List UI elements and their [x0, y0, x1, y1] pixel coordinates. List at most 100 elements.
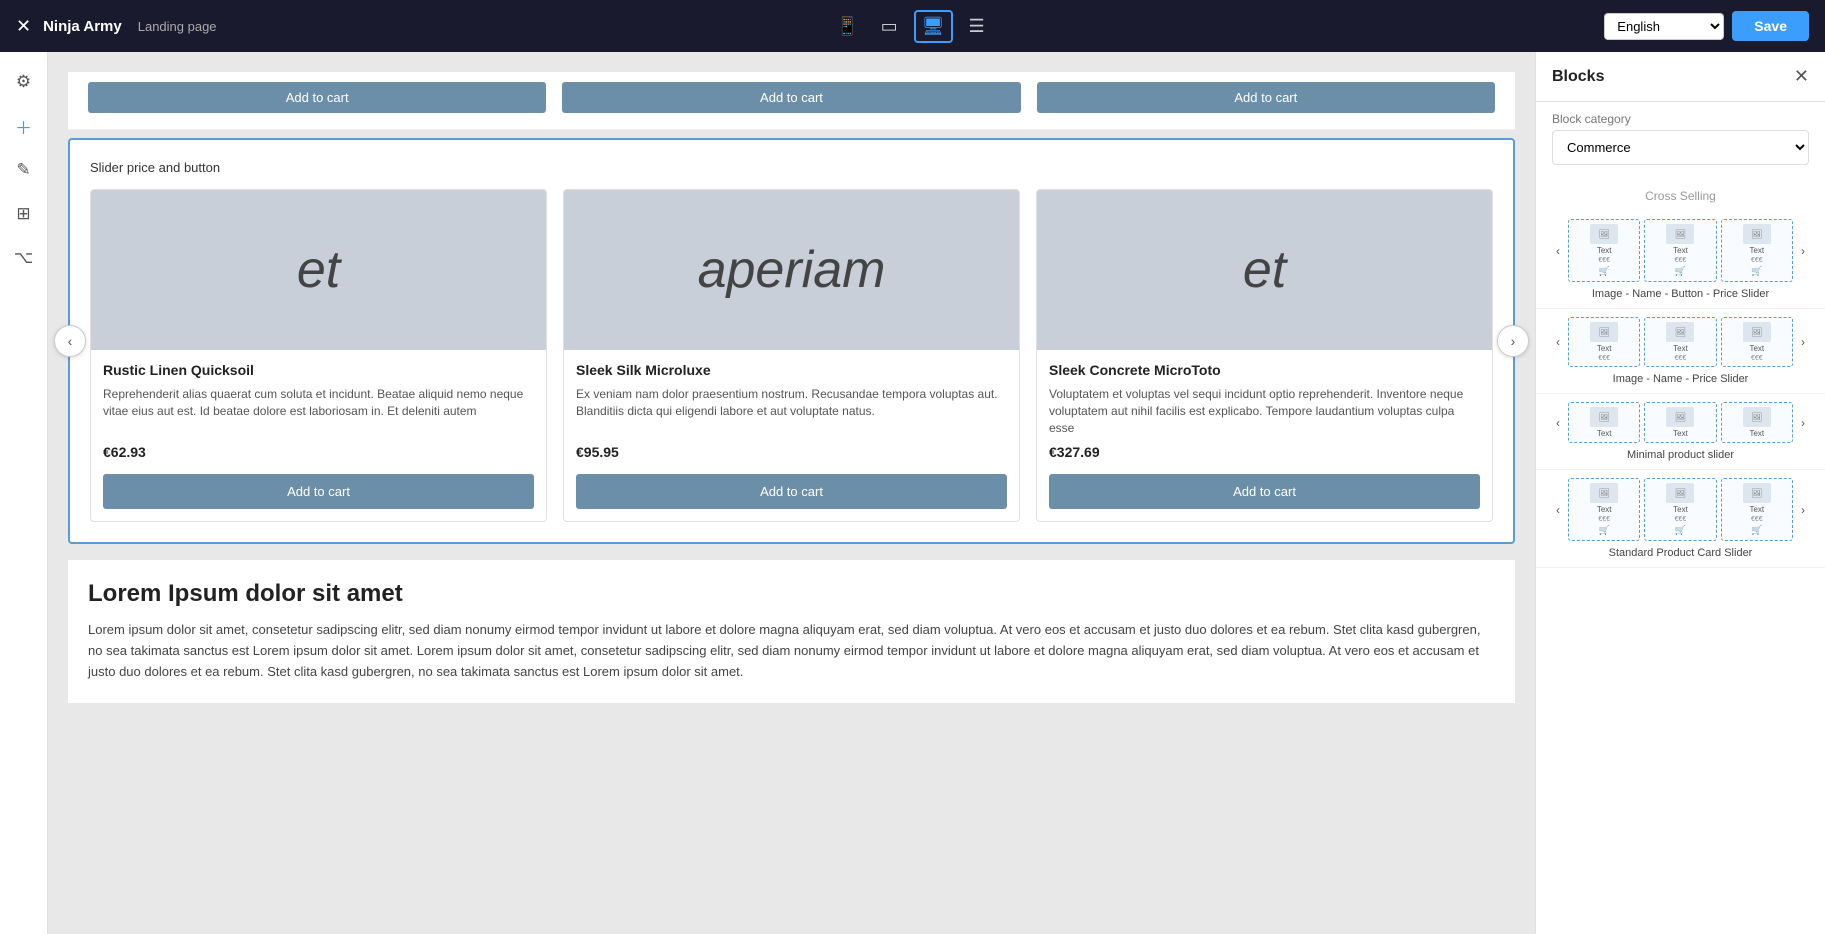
- block-slider-nav-right-2[interactable]: ›: [1797, 333, 1809, 351]
- add-to-cart-1[interactable]: Add to cart: [103, 474, 534, 509]
- save-button[interactable]: Save: [1732, 11, 1809, 41]
- block-cards-row-3: 🖼 Text 🖼 Text 🖼 Text: [1568, 402, 1793, 443]
- block-item-1[interactable]: ‹ 🖼 Text €€€ 🛒 🖼 Text €€€ 🛒: [1536, 211, 1825, 309]
- product-card-1: et Rustic Linen Quicksoil Reprehenderit …: [90, 189, 547, 522]
- product-image-3: et: [1037, 190, 1492, 350]
- block-slider-nav-left-3[interactable]: ‹: [1552, 414, 1564, 432]
- mobile-view-btn[interactable]: 📱: [830, 12, 864, 41]
- block-mini-card-2-2: 🖼 Text €€€: [1644, 317, 1716, 367]
- block-mini-card-3-3: 🖼 Text: [1721, 402, 1793, 443]
- block-mini-text-2-2: Text: [1673, 344, 1688, 353]
- add-to-cart-3[interactable]: Add to cart: [1049, 474, 1480, 509]
- block-mini-cart-icon-4-3: 🛒: [1751, 525, 1762, 536]
- product-name-2: Sleek Silk Microluxe: [576, 362, 1007, 378]
- add-block-icon-btn[interactable]: ＋: [6, 108, 42, 144]
- block-slider-nav-left-4[interactable]: ‹: [1552, 501, 1564, 519]
- text-body: Lorem ipsum dolor sit amet, consetetur s…: [88, 620, 1495, 682]
- block-mini-price-4-1: €€€: [1598, 516, 1610, 523]
- block-mini-card-2-1: 🖼 Text €€€: [1568, 317, 1640, 367]
- block-mini-img-icon-3-1: 🖼: [1590, 407, 1618, 427]
- product-card-3: et Sleek Concrete MicroToto Voluptatem e…: [1036, 189, 1493, 522]
- block-mini-img-icon-3-2: 🖼: [1666, 407, 1694, 427]
- add-to-cart-top-1[interactable]: Add to cart: [88, 82, 546, 113]
- block-mini-cart-icon-1-3: 🛒: [1751, 266, 1762, 277]
- add-to-cart-top-2[interactable]: Add to cart: [562, 82, 1020, 113]
- block-slider-nav-left-2[interactable]: ‹: [1552, 333, 1564, 351]
- edit-icon-btn[interactable]: ✎: [6, 152, 42, 188]
- right-panel-title: Blocks: [1552, 68, 1604, 86]
- block-mini-card-1-1: 🖼 Text €€€ 🛒: [1568, 219, 1640, 282]
- add-to-cart-2[interactable]: Add to cart: [576, 474, 1007, 509]
- block-mini-price-4-2: €€€: [1675, 516, 1687, 523]
- slider-next-btn[interactable]: ›: [1497, 325, 1529, 357]
- block-category-select[interactable]: Commerce: [1552, 130, 1809, 165]
- block-mini-text-2-1: Text: [1597, 344, 1612, 353]
- cross-selling-label: Cross Selling: [1536, 185, 1825, 211]
- block-slider-4: ‹ 🖼 Text €€€ 🛒 🖼 Text €€€ 🛒: [1552, 478, 1809, 541]
- language-select[interactable]: English: [1604, 13, 1724, 40]
- product-image-2: aperiam: [564, 190, 1019, 350]
- settings-icon-btn[interactable]: ⚙: [6, 64, 42, 100]
- block-slider-nav-right-4[interactable]: ›: [1797, 501, 1809, 519]
- slider-prev-btn[interactable]: ‹: [54, 325, 86, 357]
- brand-name: Ninja Army: [43, 18, 122, 35]
- slider-cards: et Rustic Linen Quicksoil Reprehenderit …: [90, 189, 1493, 522]
- main-canvas[interactable]: Add to cart Add to cart Add to cart Slid…: [48, 52, 1535, 934]
- product-desc-1: Reprehenderit alias quaerat cum soluta e…: [103, 386, 534, 436]
- block-mini-cart-icon-1-1: 🛒: [1599, 266, 1610, 277]
- block-item-2[interactable]: ‹ 🖼 Text €€€ 🖼 Text €€€: [1536, 309, 1825, 394]
- block-mini-text-1-2: Text: [1673, 246, 1688, 255]
- product-name-3: Sleek Concrete MicroToto: [1049, 362, 1480, 378]
- desktop-view-btn[interactable]: 🖥: [914, 10, 953, 43]
- slider-label: Slider price and button: [90, 160, 1493, 175]
- block-mini-price-2-1: €€€: [1598, 355, 1610, 362]
- main-layout: ⚙ ＋ ✎ ⊞ ⌥ Add to cart Add to cart Add to…: [0, 52, 1825, 934]
- text-heading: Lorem Ipsum dolor sit amet: [88, 580, 1495, 608]
- right-panel-close-btn[interactable]: ✕: [1794, 66, 1809, 87]
- add-to-cart-top-3[interactable]: Add to cart: [1037, 82, 1495, 113]
- share-icon-btn[interactable]: ⌥: [6, 240, 42, 276]
- block-mini-card-4-2: 🖼 Text €€€ 🛒: [1644, 478, 1716, 541]
- block-mini-card-3-1: 🖼 Text: [1568, 402, 1640, 443]
- block-item-4[interactable]: ‹ 🖼 Text €€€ 🛒 🖼 Text €€€ 🛒: [1536, 470, 1825, 568]
- top-card-3: Add to cart: [1037, 82, 1495, 113]
- topbar: ✕ Ninja Army Landing page 📱 ▭ 🖥 ☰ Englis…: [0, 0, 1825, 52]
- block-mini-img-icon-2-1: 🖼: [1590, 322, 1618, 342]
- product-desc-2: Ex veniam nam dolor praesentium nostrum.…: [576, 386, 1007, 436]
- block-mini-cart-icon-4-1: 🛒: [1599, 525, 1610, 536]
- right-panel-content: Cross Selling ‹ 🖼 Text €€€ 🛒 🖼: [1536, 177, 1825, 934]
- block-slider-nav-right-3[interactable]: ›: [1797, 414, 1809, 432]
- block-mini-text-1-1: Text: [1597, 246, 1612, 255]
- block-slider-2: ‹ 🖼 Text €€€ 🖼 Text €€€: [1552, 317, 1809, 367]
- block-item-name-3: Minimal product slider: [1552, 449, 1809, 461]
- block-item-3[interactable]: ‹ 🖼 Text 🖼 Text 🖼 Text: [1536, 394, 1825, 470]
- block-mini-img-icon-1-3: 🖼: [1743, 224, 1771, 244]
- product-price-2: €95.95: [576, 444, 1007, 460]
- block-mini-price-1-1: €€€: [1598, 257, 1610, 264]
- block-cards-row-1: 🖼 Text €€€ 🛒 🖼 Text €€€ 🛒 🖼: [1568, 219, 1793, 282]
- block-mini-card-2-3: 🖼 Text €€€: [1721, 317, 1793, 367]
- block-mini-img-icon-2-2: 🖼: [1666, 322, 1694, 342]
- block-slider-nav-right-1[interactable]: ›: [1797, 242, 1809, 260]
- block-slider-nav-left-1[interactable]: ‹: [1552, 242, 1564, 260]
- block-cards-row-4: 🖼 Text €€€ 🛒 🖼 Text €€€ 🛒 🖼: [1568, 478, 1793, 541]
- right-panel-header: Blocks ✕: [1536, 52, 1825, 102]
- product-desc-3: Voluptatem et voluptas vel sequi incidun…: [1049, 386, 1480, 436]
- block-mini-card-1-2: 🖼 Text €€€ 🛒: [1644, 219, 1716, 282]
- close-button[interactable]: ✕: [16, 16, 31, 37]
- product-price-3: €327.69: [1049, 444, 1480, 460]
- page-subtitle: Landing page: [138, 19, 217, 34]
- block-mini-text-3-2: Text: [1673, 429, 1688, 438]
- block-cards-row-2: 🖼 Text €€€ 🖼 Text €€€ 🖼 Text €€€: [1568, 317, 1793, 367]
- block-mini-cart-icon-1-2: 🛒: [1675, 266, 1686, 277]
- block-mini-text-4-2: Text: [1673, 505, 1688, 514]
- layers-icon-btn[interactable]: ⊞: [6, 196, 42, 232]
- list-view-btn[interactable]: ☰: [963, 12, 991, 41]
- block-mini-text-2-3: Text: [1749, 344, 1764, 353]
- top-card-2: Add to cart: [562, 82, 1020, 113]
- tablet-view-btn[interactable]: ▭: [875, 12, 904, 41]
- product-info-3: Sleek Concrete MicroToto Voluptatem et v…: [1037, 350, 1492, 521]
- block-item-name-2: Image - Name - Price Slider: [1552, 373, 1809, 385]
- block-mini-price-2-2: €€€: [1675, 355, 1687, 362]
- product-price-1: €62.93: [103, 444, 534, 460]
